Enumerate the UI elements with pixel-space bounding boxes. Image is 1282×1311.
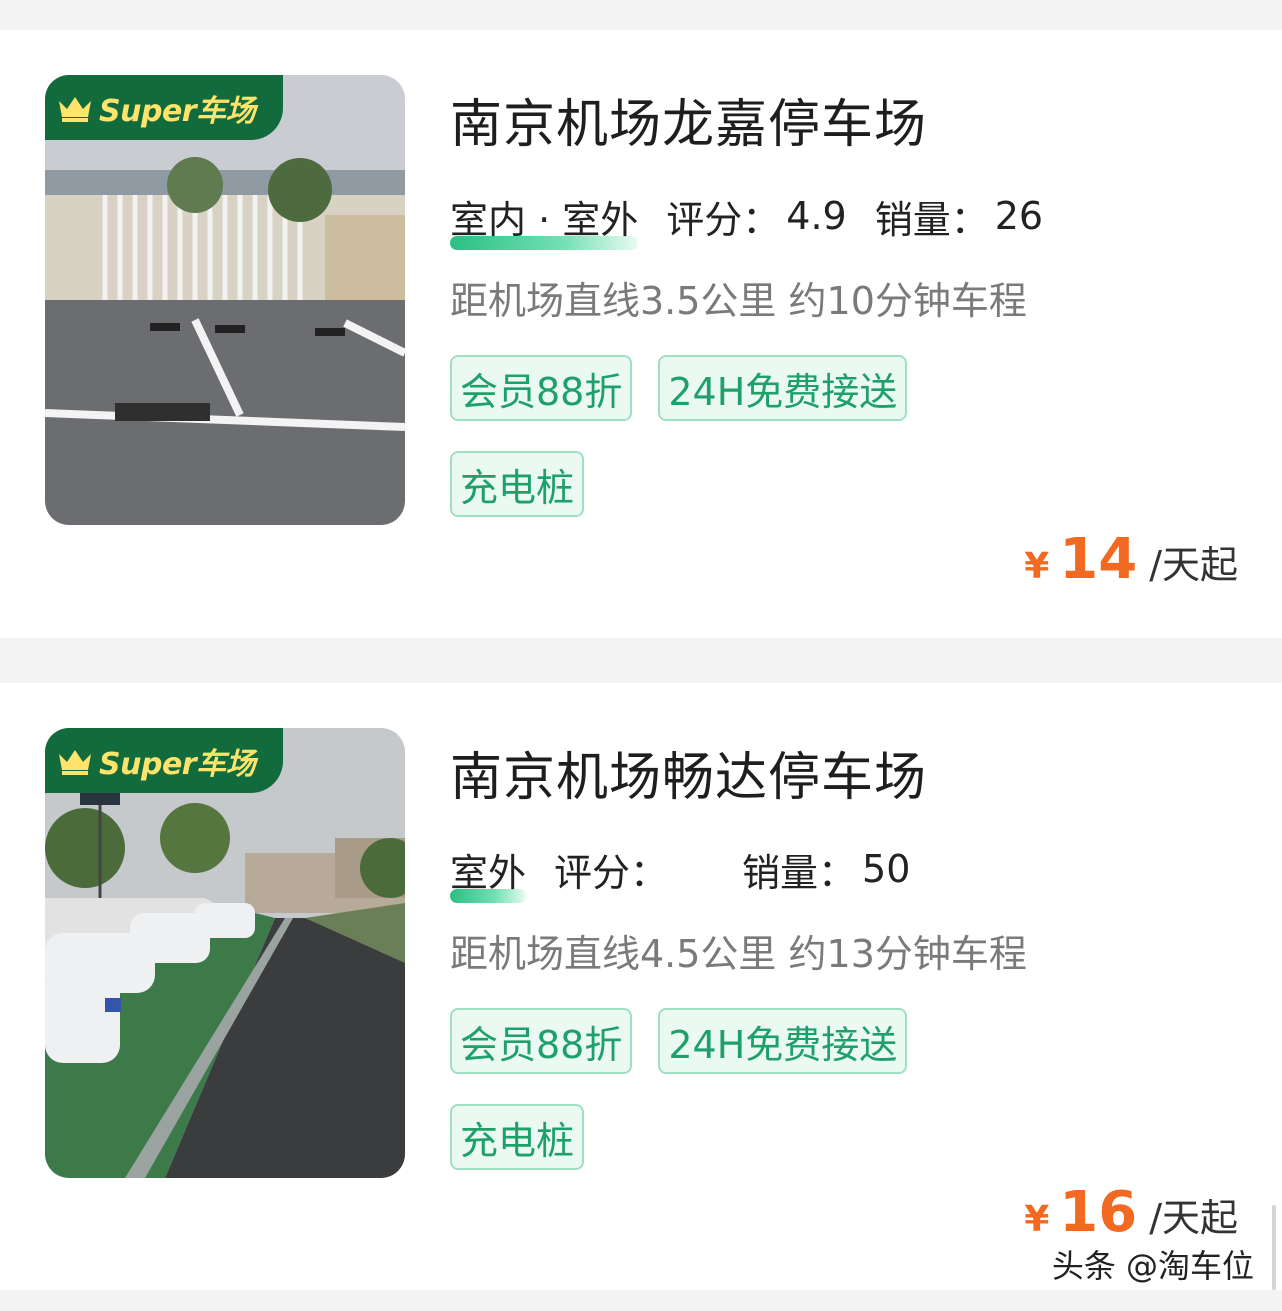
super-badge-label: Super车场 (99, 93, 256, 129)
scrollbar[interactable] (1272, 1205, 1276, 1290)
parking-photo-image (45, 75, 405, 525)
tag-member-discount: 会员88折 (450, 1008, 633, 1074)
parking-meta: 室内 · 室外 评分： 4.9 销量： 26 (450, 192, 1044, 250)
super-badge: Super车场 (45, 728, 283, 793)
currency-symbol: ¥ (1024, 1199, 1050, 1240)
tag-row: 会员88折 24H免费接送 (450, 1008, 908, 1074)
parking-name[interactable]: 南京机场畅达停车场 (450, 735, 927, 810)
parking-card[interactable]: Super车场 南京机场畅达停车场 室外 评分： 销量： 50 距机场直线4.5… (0, 683, 1282, 1290)
currency-symbol: ¥ (1024, 546, 1050, 587)
tag-charging: 充电桩 (450, 1104, 585, 1170)
parking-photo-image (45, 728, 405, 1178)
environment-text: 室内 · 室外 (450, 197, 639, 242)
environment-label: 室外 (450, 842, 527, 903)
tag-row: 充电桩 (450, 1104, 585, 1170)
parking-card[interactable]: Super车场 南京机场龙嘉停车场 室内 · 室外 评分： 4.9 销量： 26… (0, 30, 1282, 638)
tag-charging: 充电桩 (450, 451, 585, 517)
distance-text: 距机场直线3.5公里 约10分钟车程 (450, 279, 1027, 323)
tag-member-discount: 会员88折 (450, 355, 633, 421)
sales-value: 50 (862, 847, 911, 891)
environment-text: 室外 (450, 850, 527, 895)
price-unit: /天起 (1149, 543, 1238, 587)
crown-icon (59, 749, 91, 775)
parking-meta: 室外 评分： 销量： 50 (450, 845, 911, 903)
tag-row: 充电桩 (450, 451, 585, 517)
parking-name[interactable]: 南京机场龙嘉停车场 (450, 82, 927, 157)
price: ¥ 16 /天起 (1024, 1180, 1238, 1245)
crown-icon (59, 96, 91, 122)
super-badge-label: Super车场 (99, 746, 256, 782)
price: ¥ 14 /天起 (1024, 527, 1238, 592)
tag-free-shuttle: 24H免费接送 (658, 355, 908, 421)
parking-photo[interactable]: Super车场 (45, 75, 405, 525)
price-amount: 16 (1059, 1180, 1138, 1245)
price-amount: 14 (1059, 527, 1138, 592)
watermark: 头条 @淘车位 (1051, 1247, 1254, 1285)
environment-label: 室内 · 室外 (450, 189, 639, 250)
rating-label: 评分： (666, 197, 781, 242)
parking-photo[interactable]: Super车场 (45, 728, 405, 1178)
tag-row: 会员88折 24H免费接送 (450, 355, 908, 421)
sales-label: 销量： (874, 197, 989, 242)
price-unit: /天起 (1149, 1196, 1238, 1240)
rating-label: 评分： (554, 850, 669, 895)
distance-text: 距机场直线4.5公里 约13分钟车程 (450, 932, 1027, 976)
tag-free-shuttle: 24H免费接送 (658, 1008, 908, 1074)
sales-value: 26 (994, 194, 1044, 238)
rating-value: 4.9 (786, 194, 847, 238)
super-badge: Super车场 (45, 75, 283, 140)
sales-label: 销量： (742, 850, 857, 895)
